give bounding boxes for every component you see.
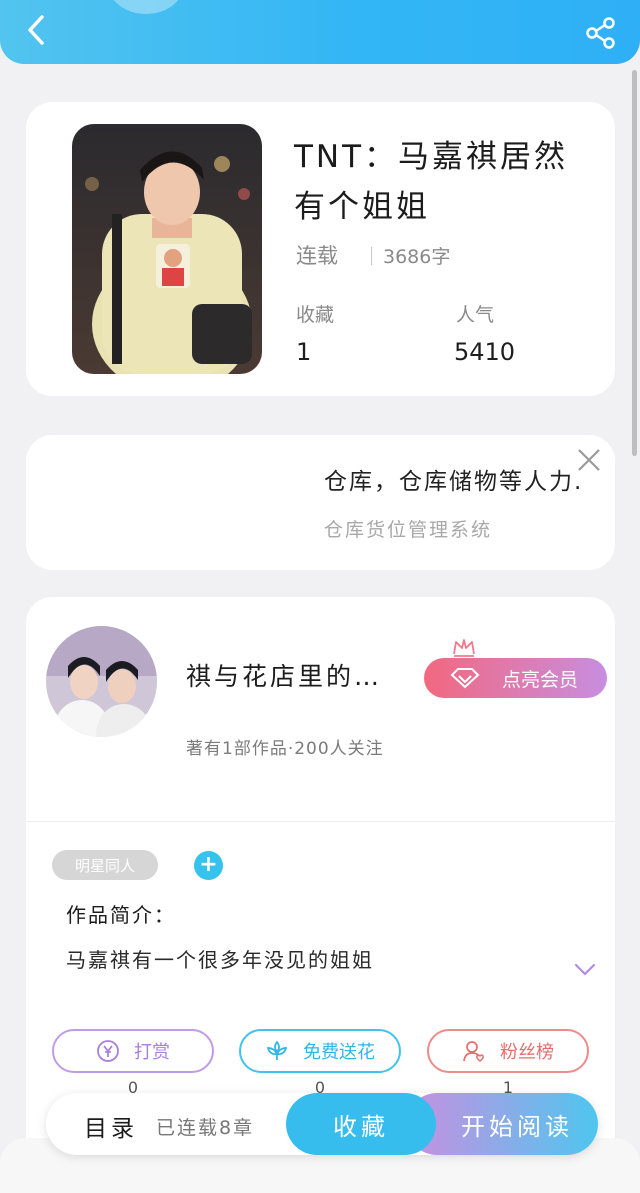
bottom-action-bar: 目录 已连载8章 开始阅读 收藏 <box>46 1093 598 1155</box>
collect-label: 收藏 <box>333 1112 389 1141</box>
start-reading-label: 开始阅读 <box>461 1112 573 1141</box>
diamond-icon <box>450 668 480 689</box>
fan-icon <box>463 1041 484 1062</box>
book-info-card: TNT：马嘉祺居然有个姐姐 连载 3686字 收藏 人气 1 5410 <box>26 102 615 396</box>
crown-icon <box>453 639 475 657</box>
tip-label: 打赏 <box>134 1042 170 1063</box>
intro-text: 马嘉祺有一个很多年没见的姐姐 <box>66 948 374 972</box>
share-icon[interactable] <box>584 16 618 50</box>
author-meta: 著有1部作品·200人关注 <box>186 739 384 759</box>
divider <box>26 821 615 822</box>
collect-button[interactable]: 收藏 <box>286 1093 436 1155</box>
divider <box>371 247 372 265</box>
chevron-left-icon[interactable] <box>20 12 52 48</box>
avatar[interactable] <box>46 626 157 737</box>
activate-vip-button[interactable]: 点亮会员 <box>424 658 607 698</box>
yen-icon <box>97 1040 119 1062</box>
fan-ranking-label: 粉丝榜 <box>500 1042 554 1063</box>
category-tag[interactable]: 明星同人 <box>52 850 158 880</box>
ad-subtitle: 仓库货位管理系统 <box>324 519 493 541</box>
word-count: 3686字 <box>383 246 451 268</box>
chapter-count: 已连载8章 <box>156 1117 255 1139</box>
author-name[interactable]: 祺与花店里的… <box>186 657 382 693</box>
ad-headline: 仓库，仓库储物等人力. <box>324 469 584 495</box>
popularity-label: 人气 <box>456 304 495 326</box>
serial-status: 连载 <box>296 244 338 268</box>
intro-label: 作品简介： <box>66 903 176 927</box>
favorites-count: 1 <box>296 338 312 366</box>
fan-ranking-button[interactable]: 粉丝榜 <box>427 1029 589 1073</box>
add-tag-button[interactable]: + <box>194 851 223 880</box>
close-icon[interactable] <box>576 447 602 473</box>
top-bar <box>0 0 640 64</box>
ad-banner[interactable]: 仓库，仓库储物等人力. 仓库货位管理系统 <box>26 435 615 570</box>
scrollbar[interactable] <box>632 70 637 456</box>
tip-button[interactable]: 打赏 <box>52 1029 214 1073</box>
popularity-count: 5410 <box>454 338 516 366</box>
send-flower-button[interactable]: 免费送花 <box>239 1029 401 1073</box>
vip-label: 点亮会员 <box>502 668 579 691</box>
book-title: TNT：马嘉祺居然有个姐姐 <box>294 139 569 225</box>
send-flower-label: 免费送花 <box>303 1042 375 1063</box>
flower-icon <box>266 1040 288 1060</box>
decorative-bubble <box>108 0 184 14</box>
toc-button[interactable]: 目录 <box>84 1109 138 1143</box>
favorites-label: 收藏 <box>296 304 335 326</box>
chevron-down-icon[interactable] <box>574 963 596 977</box>
book-cover-image[interactable] <box>72 124 262 374</box>
